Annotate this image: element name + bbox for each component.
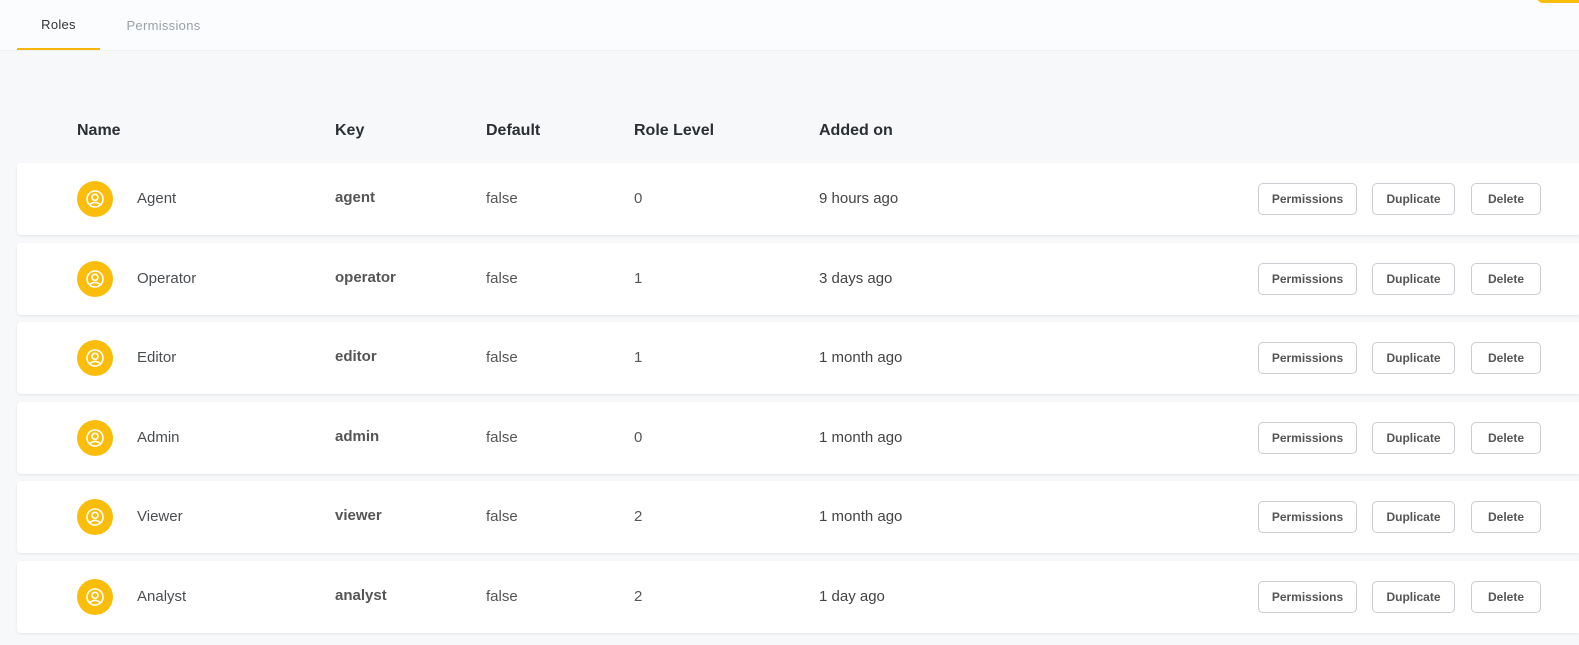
duplicate-button[interactable]: Duplicate — [1372, 263, 1455, 295]
role-key: operator — [335, 269, 396, 286]
tab-bar: Roles Permissions — [0, 0, 1579, 51]
role-key: agent — [335, 189, 376, 206]
table-row: Editor editor false 1 1 month ago Permis… — [17, 322, 1579, 394]
column-header-name: Name — [77, 122, 121, 139]
user-circle-icon — [77, 420, 113, 456]
permissions-button[interactable]: Permissions — [1258, 422, 1357, 454]
column-header-key: Key — [335, 122, 365, 139]
tab-roles[interactable]: Roles — [17, 0, 100, 50]
user-circle-icon — [77, 261, 113, 297]
permissions-button[interactable]: Permissions — [1258, 501, 1357, 533]
delete-button[interactable]: Delete — [1471, 183, 1541, 215]
role-default: false — [486, 429, 518, 446]
duplicate-button[interactable]: Duplicate — [1372, 581, 1455, 613]
duplicate-button[interactable]: Duplicate — [1372, 183, 1455, 215]
role-name: Analyst — [137, 588, 187, 605]
column-header-role-level: Role Level — [634, 122, 715, 139]
role-level: 1 — [634, 270, 643, 287]
role-added-on: 3 days ago — [819, 270, 893, 287]
corner-accent — [1537, 0, 1579, 3]
table-row: Viewer viewer false 2 1 month ago Permis… — [17, 481, 1579, 553]
role-default: false — [486, 588, 518, 605]
role-level: 2 — [634, 588, 643, 605]
role-default: false — [486, 190, 518, 207]
permissions-button[interactable]: Permissions — [1258, 263, 1357, 295]
duplicate-button[interactable]: Duplicate — [1372, 501, 1455, 533]
role-name: Agent — [137, 190, 177, 207]
table-header: Name Key Default Role Level Added on — [0, 118, 1579, 146]
user-circle-icon — [77, 181, 113, 217]
role-name: Admin — [137, 429, 180, 446]
permissions-button[interactable]: Permissions — [1258, 342, 1357, 374]
permissions-button[interactable]: Permissions — [1258, 183, 1357, 215]
column-header-default: Default — [486, 122, 541, 139]
table-row: Admin admin false 0 1 month ago Permissi… — [17, 402, 1579, 474]
role-level: 2 — [634, 508, 643, 525]
delete-button[interactable]: Delete — [1471, 263, 1541, 295]
role-level: 1 — [634, 349, 643, 366]
table-row: Analyst analyst false 2 1 day ago Permis… — [17, 561, 1579, 633]
role-default: false — [486, 349, 518, 366]
role-key: analyst — [335, 587, 387, 604]
user-circle-icon — [77, 340, 113, 376]
delete-button[interactable]: Delete — [1471, 342, 1541, 374]
column-header-added-on: Added on — [819, 122, 893, 139]
role-added-on: 9 hours ago — [819, 190, 899, 207]
role-added-on: 1 month ago — [819, 429, 903, 446]
table-row: Agent agent false 0 9 hours ago Permissi… — [17, 163, 1579, 235]
role-name: Editor — [137, 349, 177, 366]
user-circle-icon — [77, 579, 113, 615]
role-default: false — [486, 508, 518, 525]
role-name: Operator — [137, 270, 197, 287]
duplicate-button[interactable]: Duplicate — [1372, 342, 1455, 374]
role-key: admin — [335, 428, 380, 445]
duplicate-button[interactable]: Duplicate — [1372, 422, 1455, 454]
role-key: viewer — [335, 507, 382, 524]
role-key: editor — [335, 348, 377, 365]
role-default: false — [486, 270, 518, 287]
delete-button[interactable]: Delete — [1471, 422, 1541, 454]
role-name: Viewer — [137, 508, 183, 525]
delete-button[interactable]: Delete — [1471, 501, 1541, 533]
role-added-on: 1 day ago — [819, 588, 885, 605]
role-level: 0 — [634, 190, 643, 207]
role-added-on: 1 month ago — [819, 349, 903, 366]
role-level: 0 — [634, 429, 643, 446]
table-row: Operator operator false 1 3 days ago Per… — [17, 243, 1579, 315]
tab-permissions[interactable]: Permissions — [110, 0, 217, 50]
role-added-on: 1 month ago — [819, 508, 903, 525]
permissions-button[interactable]: Permissions — [1258, 581, 1357, 613]
delete-button[interactable]: Delete — [1471, 581, 1541, 613]
user-circle-icon — [77, 499, 113, 535]
